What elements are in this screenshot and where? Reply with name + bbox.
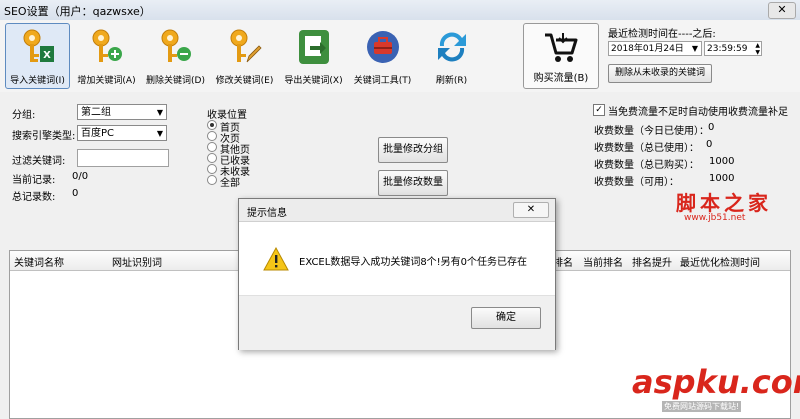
col-rank-improve[interactable]: 排名提升	[632, 254, 672, 269]
dialog-ok-button[interactable]: 确定	[471, 307, 541, 329]
engine-select[interactable]: 百度PC ▼	[77, 125, 167, 141]
export-keywords-button[interactable]: 导出关键词(X)	[281, 23, 346, 89]
edit-keyword-button[interactable]: 修改关键词(E)	[212, 23, 277, 89]
toolbox-icon	[367, 31, 399, 63]
radio-icon	[207, 175, 217, 185]
radio-icon	[207, 153, 217, 163]
col-last-check-time[interactable]: 最近优化检测时间	[680, 254, 760, 269]
keyword-tools-button[interactable]: 关键词工具(T)	[350, 23, 415, 89]
close-button[interactable]: ✕	[768, 2, 796, 19]
group-label: 分组:	[12, 110, 36, 121]
group-select-value: 第二组	[81, 107, 111, 118]
refresh-icon	[438, 32, 466, 62]
watermark-cn: 脚本之家	[676, 191, 772, 215]
traffic-label-bought: 收费数量（总已购买）：	[594, 160, 699, 171]
key-add-icon	[92, 29, 122, 62]
total-record-label: 总记录数:	[12, 192, 56, 203]
col-url-identifier[interactable]: 网址识别词	[112, 254, 162, 269]
close-icon: ✕	[777, 3, 787, 16]
engine-label: 搜索引擎类型:	[12, 131, 76, 142]
key-edit-icon	[230, 29, 262, 63]
group-select[interactable]: 第二组 ▼	[77, 104, 167, 120]
refresh-label: 刷新(R)	[435, 76, 468, 86]
refresh-button[interactable]: 刷新(R)	[419, 23, 484, 89]
col-current-rank[interactable]: 当前排名	[583, 254, 623, 269]
col-rank[interactable]: 排名	[553, 254, 573, 269]
key-excel-icon: X	[23, 29, 54, 62]
message-dialog: 提示信息 ✕ EXCEL数据导入成功关键词8个!另有0个任务已存在 确定	[238, 198, 556, 350]
auto-traffic-checkbox[interactable]: ✓	[593, 104, 605, 116]
traffic-value-today: 0	[708, 122, 715, 133]
col-keyword-name[interactable]: 关键词名称	[14, 254, 64, 269]
export-keywords-label: 导出关键词(X)	[284, 76, 343, 86]
chevron-down-icon: ▼	[156, 108, 163, 117]
traffic-label-used: 收费数量（总已使用）：	[594, 143, 699, 154]
export-icon	[299, 30, 329, 64]
svg-text:X: X	[43, 50, 51, 61]
add-keyword-label: 增加关键词(A)	[77, 76, 136, 86]
key-remove-icon	[161, 29, 191, 62]
watermark-aspku: aspku.com	[632, 363, 800, 401]
radio-icon	[207, 120, 217, 130]
delete-keyword-label: 删除关键词(D)	[146, 76, 205, 86]
delete-keyword-button[interactable]: 删除关键词(D)	[143, 23, 208, 89]
dialog-close-button[interactable]: ✕	[513, 202, 549, 218]
watermark-sub: 免费网站源码下载站!	[662, 401, 742, 412]
toolbar: X 导入关键词(I) 增加关键词(A) 删除关键词(D) 修改关键词(E) 导出…	[0, 20, 800, 92]
detect-date-picker[interactable]: 2018年01月24日 ▼	[608, 41, 702, 56]
keyword-filter-input[interactable]	[77, 149, 169, 167]
import-keywords-button[interactable]: X 导入关键词(I)	[5, 23, 70, 89]
engine-select-value: 百度PC	[81, 128, 115, 139]
buy-traffic-label: 购买流量(B)	[533, 73, 589, 84]
radio-icon	[207, 142, 217, 152]
traffic-value-available: 1000	[709, 173, 735, 184]
delete-never-indexed-button[interactable]: 删除从未收录的关键词	[608, 64, 712, 83]
traffic-value-used: 0	[706, 139, 713, 150]
traffic-value-bought: 1000	[709, 156, 735, 167]
detect-time-value: 23:59:59	[707, 44, 748, 54]
watermark-url: www.jb51.net	[684, 213, 746, 223]
title-bar: SEO设置（用户：qazwsxe） ✕	[0, 0, 800, 21]
chevron-down-icon: ▼	[691, 44, 698, 53]
current-record-label: 当前记录:	[12, 175, 56, 186]
dialog-title: 提示信息	[247, 208, 287, 219]
spin-icon: ▲ ▼	[755, 42, 760, 56]
buy-traffic-button[interactable]: 购买流量(B)	[523, 23, 599, 89]
import-keywords-label: 导入关键词(I)	[10, 76, 65, 86]
edit-keyword-label: 修改关键词(E)	[215, 76, 274, 86]
position-radio-group: 首页 次页 其他页 已收录 未收录 全部	[207, 120, 267, 189]
shopping-cart-icon	[545, 33, 578, 62]
chevron-down-icon: ▼	[156, 129, 163, 138]
batch-count-button[interactable]: 批量修改数量	[378, 170, 448, 196]
traffic-label-available: 收费数量（可用）：	[594, 177, 679, 188]
dialog-title-bar: 提示信息 ✕	[239, 199, 555, 222]
detect-title: 最近检测时间在----之后:	[608, 29, 716, 40]
current-record-value: 0/0	[72, 171, 89, 182]
radio-icon	[207, 164, 217, 174]
batch-group-button[interactable]: 批量修改分组	[378, 137, 448, 163]
close-icon: ✕	[526, 204, 536, 215]
detect-date-value: 2018年01月24日	[611, 44, 684, 54]
check-icon: ✓	[595, 105, 603, 115]
keyword-filter-label: 过滤关键词:	[12, 156, 66, 167]
auto-traffic-label: 当免费流量不足时自动使用收费流量补足	[608, 107, 788, 118]
window-title: SEO设置（用户：qazwsxe）	[4, 5, 151, 18]
warning-icon	[263, 247, 289, 271]
traffic-label-today: 收费数量（今日已使用）：	[594, 126, 709, 137]
keyword-tools-label: 关键词工具(T)	[353, 76, 412, 86]
radio-icon	[207, 131, 217, 141]
add-keyword-button[interactable]: 增加关键词(A)	[74, 23, 139, 89]
total-record-value: 0	[72, 188, 79, 199]
detect-time-picker[interactable]: 23:59:59 ▲ ▼	[704, 41, 762, 56]
dialog-message: EXCEL数据导入成功关键词8个!另有0个任务已存在	[299, 257, 528, 268]
